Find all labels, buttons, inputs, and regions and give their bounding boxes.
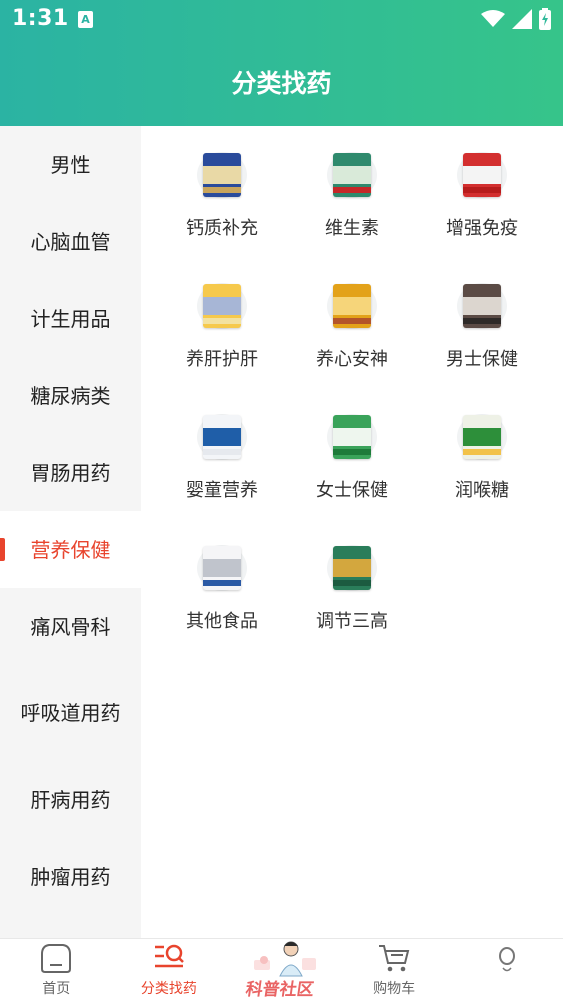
sidebar-item-9[interactable]: 肿瘤用药 (0, 838, 141, 915)
product-thumbnail (457, 152, 507, 198)
sidebar-item-label: 糖尿病类 (30, 383, 111, 408)
notification-badge-icon: A (78, 11, 93, 28)
product-package-image (203, 284, 241, 328)
category-search-icon (151, 941, 187, 975)
subcategory-label: 婴童营养 (186, 480, 258, 501)
subcategory-label: 钙质补充 (186, 218, 258, 239)
product-package-image (333, 153, 371, 197)
subcategory-item[interactable]: 维生素 (287, 144, 417, 275)
product-thumbnail (327, 152, 377, 198)
subcategory-item[interactable]: 调节三高 (287, 537, 417, 668)
battery-icon (539, 8, 551, 30)
subcategory-item[interactable]: 增强免疫 (417, 144, 547, 275)
product-thumbnail (457, 414, 507, 460)
tab-profile[interactable] (450, 939, 563, 1002)
tab-science-community-label: 科普社区 (244, 980, 316, 1000)
wifi-icon (481, 10, 505, 27)
sidebar-item-2[interactable]: 计生用品 (0, 280, 141, 357)
sidebar-item-label: 肝病用药 (30, 787, 111, 812)
status-icons (481, 8, 551, 30)
product-thumbnail (457, 283, 507, 329)
home-icon (38, 941, 74, 975)
header: 1:31 A 分类找药 (0, 0, 563, 126)
product-category-panel: 钙质补充 维生素 增强免疫养肝护肝 养心安神 男士保健婴童营养 女士保健 润喉糖其他食品 调节… (141, 126, 563, 938)
subcategory-grid: 钙质补充 维生素 增强免疫养肝护肝 养心安神 男士保健婴童营养 女士保健 润喉糖其他食品 调节… (141, 126, 563, 668)
subcategory-item[interactable]: 婴童营养 (157, 406, 287, 537)
sidebar-item-4[interactable]: 胃肠用药 (0, 434, 141, 511)
product-package-image (203, 546, 241, 590)
product-thumbnail (327, 545, 377, 591)
sidebar-item-label: 肿瘤用药 (30, 864, 111, 889)
product-thumbnail (197, 152, 247, 198)
tab-cart-label: 购物车 (373, 981, 416, 997)
sidebar-item-label: 胃肠用药 (30, 460, 111, 485)
sidebar-item-label: 心脑血管 (30, 229, 111, 254)
product-thumbnail (327, 283, 377, 329)
subcategory-item[interactable]: 女士保健 (287, 406, 417, 537)
product-package-image (333, 284, 371, 328)
product-package-image (463, 153, 501, 197)
sidebar-item-5[interactable]: 营养保健 (0, 511, 141, 588)
subcategory-item[interactable]: 其他食品 (157, 537, 287, 668)
subcategory-label: 男士保健 (446, 349, 518, 370)
sidebar-item-1[interactable]: 心脑血管 (0, 203, 141, 280)
product-package-image (463, 284, 501, 328)
product-package-image (333, 415, 371, 459)
product-thumbnail (197, 283, 247, 329)
sidebar-item-label: 计生用品 (30, 306, 111, 331)
subcategory-label: 维生素 (325, 218, 379, 239)
product-package-image (203, 415, 241, 459)
subcategory-item[interactable]: 男士保健 (417, 275, 547, 406)
tab-home-label: 首页 (42, 981, 71, 997)
product-thumbnail (197, 414, 247, 460)
sidebar-item-label: 呼吸道用药 (20, 701, 121, 725)
sidebar-item-8[interactable]: 肝病用药 (0, 761, 141, 838)
category-sidebar[interactable]: 男性心脑血管计生用品糖尿病类胃肠用药营养保健痛风骨科呼吸道用药肝病用药肿瘤用药女… (0, 126, 141, 938)
subcategory-label: 养心安神 (316, 349, 388, 370)
subcategory-item[interactable]: 养心安神 (287, 275, 417, 406)
status-bar: 1:31 A (0, 0, 563, 40)
product-package-image (203, 153, 241, 197)
subcategory-label: 调节三高 (316, 611, 388, 632)
sidebar-item-3[interactable]: 糖尿病类 (0, 357, 141, 434)
sidebar-item-label: 痛风骨科 (30, 614, 111, 639)
status-time: 1:31 (12, 6, 69, 31)
tab-category-search[interactable]: 分类找药 (113, 939, 226, 1002)
signal-icon (512, 9, 532, 29)
subcategory-label: 养肝护肝 (186, 349, 258, 370)
sidebar-item-label: 男性 (50, 152, 91, 177)
sidebar-item-0[interactable]: 男性 (0, 126, 141, 203)
subcategory-item[interactable]: 钙质补充 (157, 144, 287, 275)
product-thumbnail (327, 414, 377, 460)
profile-icon (489, 943, 525, 977)
subcategory-label: 增强免疫 (446, 218, 518, 239)
subcategory-label: 润喉糖 (455, 480, 509, 501)
product-package-image (463, 415, 501, 459)
tab-home[interactable]: 首页 (0, 939, 113, 1002)
subcategory-item[interactable]: 润喉糖 (417, 406, 547, 537)
subcategory-label: 其他食品 (186, 611, 258, 632)
product-package-image (333, 546, 371, 590)
product-thumbnail (197, 545, 247, 591)
science-community-button[interactable]: 科普社区 (244, 938, 324, 1002)
subcategory-label: 女士保健 (316, 480, 388, 501)
sidebar-item-10[interactable]: 女性 (0, 915, 141, 938)
sidebar-item-7[interactable]: 呼吸道用药 (0, 665, 141, 761)
sidebar-item-label: 营养保健 (30, 537, 111, 562)
tab-category-search-label: 分类找药 (140, 981, 197, 997)
sidebar-item-6[interactable]: 痛风骨科 (0, 588, 141, 665)
subcategory-item[interactable]: 养肝护肝 (157, 275, 287, 406)
tab-cart[interactable]: 购物车 (338, 939, 451, 1002)
page-title: 分类找药 (231, 69, 332, 98)
cart-icon (376, 941, 412, 975)
